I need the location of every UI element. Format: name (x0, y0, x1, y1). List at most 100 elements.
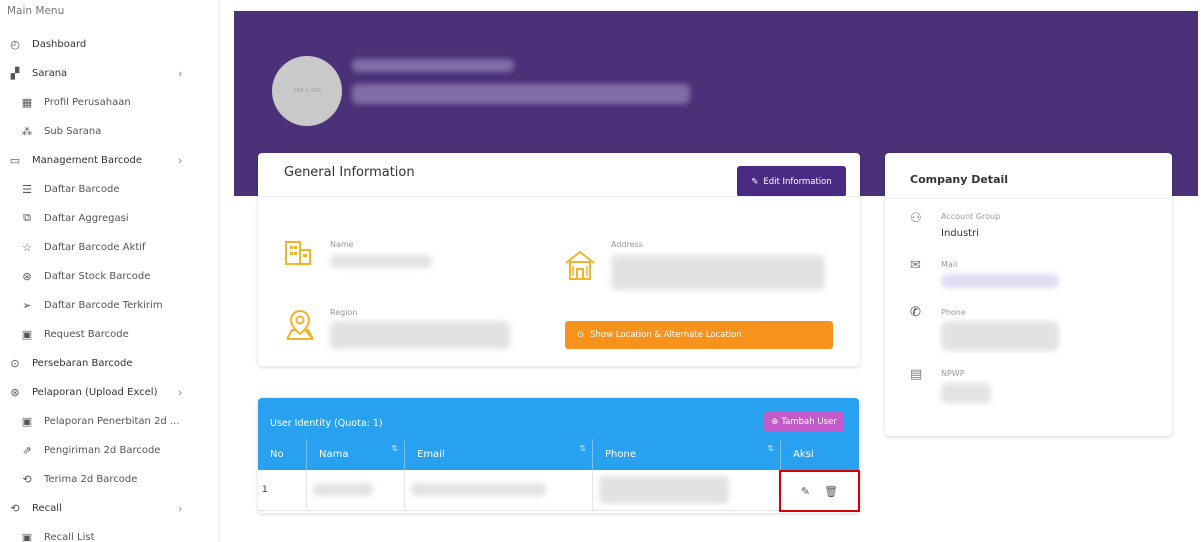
sidebar-item-label: Daftar Aggregasi (44, 212, 129, 224)
sidebar-item-label: Daftar Barcode Terkirim (44, 299, 163, 311)
edit-pencil-icon[interactable]: ✎ (801, 485, 810, 498)
table-cell-email (404, 470, 592, 511)
monitor-icon: ▣ (21, 414, 33, 428)
sidebar-item-management-barcode[interactable]: ▭ Management Barcode › (0, 149, 200, 171)
column-header-no[interactable]: No (258, 439, 306, 470)
location-pin-icon: ⊙ (577, 330, 585, 340)
recall-icon: ⟲ (10, 501, 20, 515)
box-icon: ⊛ (22, 269, 32, 283)
npwp-label: NPWP (941, 369, 965, 378)
sidebar-item-dashboard[interactable]: ◴ Dashboard (0, 33, 200, 55)
sidebar-item-label: Daftar Barcode (44, 183, 120, 195)
main-menu-title: Main Menu (7, 5, 65, 17)
company-avatar: 150 x 150 (272, 56, 342, 126)
send-icon: ➢ (22, 298, 32, 312)
email-value-blurred (411, 483, 546, 496)
column-label: Aksi (793, 449, 814, 460)
column-label: No (270, 449, 284, 460)
house-icon (565, 250, 595, 280)
map-pin-icon (286, 309, 314, 340)
table-cell-no: 1 (258, 470, 306, 511)
name-value-blurred (330, 255, 432, 268)
sidebar-item-daftar-barcode[interactable]: ☰ Daftar Barcode (0, 178, 200, 200)
mail-label: Mail (941, 260, 958, 269)
sidebar-item-profil-perusahaan[interactable]: ▦ Profil Perusahaan (0, 91, 200, 113)
general-information-card: General Information ✎ Edit Information N… (258, 153, 860, 366)
stack-icon: ⧉ (23, 211, 31, 224)
company-subtitle-blurred (352, 84, 690, 104)
address-value-blurred (611, 255, 825, 290)
table-cell-phone (592, 470, 780, 511)
sidebar-item-label: Management Barcode (32, 154, 143, 166)
show-location-button[interactable]: ⊙ Show Location & Alternate Location (565, 321, 833, 349)
card-divider (885, 198, 1172, 199)
nama-value-blurred (313, 483, 373, 496)
sidebar-item-pelaporan-upload-excel[interactable]: ⊛ Pelaporan (Upload Excel) › (0, 381, 200, 403)
sidebar: Main Menu ◴ Dashboard ▞ Sarana › ▦ Profil Peru… (0, 0, 220, 542)
edit-information-button[interactable]: ✎ Edit Information (737, 166, 846, 197)
column-header-phone[interactable]: Phone ⇅ (592, 439, 780, 470)
sidebar-item-label: Pengiriman 2d Barcode (44, 444, 161, 456)
sidebar-item-recall[interactable]: ⟲ Recall › (0, 497, 200, 519)
sidebar-item-daftar-aggregasi[interactable]: ⧉ Daftar Aggregasi (0, 207, 200, 229)
receive-icon: ⟲ (22, 472, 32, 486)
sidebar-item-label: Pelaporan Penerbitan 2d ... (44, 415, 180, 427)
sidebar-item-label: Request Barcode (44, 328, 129, 340)
sidebar-item-daftar-barcode-aktif[interactable]: ☆ Daftar Barcode Aktif (0, 236, 200, 258)
aksi-actions-highlight: ✎ 🗑 (779, 470, 860, 512)
phone-value-blurred (941, 321, 1059, 351)
building-icon: ▦ (21, 95, 33, 109)
sidebar-item-label: Profil Perusahaan (44, 96, 131, 108)
column-label: Phone (605, 449, 636, 460)
sidebar-item-label: Recall (32, 502, 62, 514)
edit-information-label: Edit Information (763, 176, 832, 187)
sidebar-item-persebaran-barcode[interactable]: ⊙ Persebaran Barcode (0, 352, 200, 374)
shipping-icon: ⇗ (22, 443, 32, 457)
column-label: Email (417, 449, 445, 460)
sort-icon: ⇅ (579, 444, 586, 453)
company-detail-title: Company Detail (910, 173, 1009, 186)
card-divider (258, 196, 860, 197)
sort-icon: ⇅ (767, 444, 774, 453)
sidebar-item-daftar-barcode-terkirim[interactable]: ➢ Daftar Barcode Terkirim (0, 294, 200, 316)
location-icon: ⊙ (10, 356, 20, 370)
sidebar-item-daftar-stock-barcode[interactable]: ⊛ Daftar Stock Barcode (0, 265, 200, 287)
sidebar-item-sub-sarana[interactable]: ⁂ Sub Sarana (0, 120, 200, 142)
phone-icon: ✆ (910, 305, 921, 320)
mail-value-blurred (941, 274, 1059, 288)
chevron-right-icon: › (178, 501, 183, 515)
sidebar-item-recall-list[interactable]: ▣ Recall List (0, 526, 200, 542)
account-group-value: Industri (941, 228, 979, 239)
sidebar-item-sarana[interactable]: ▞ Sarana › (0, 62, 200, 84)
sidebar-item-terima-2d-barcode[interactable]: ⟲ Terima 2d Barcode (0, 468, 200, 490)
monitor-icon: ▣ (21, 530, 33, 542)
dashboard-icon: ◴ (10, 37, 20, 51)
sidebar-item-label: Daftar Stock Barcode (44, 270, 151, 282)
chevron-right-icon: › (178, 385, 183, 399)
sidebar-item-pelaporan-penerbitan-2d[interactable]: ▣ Pelaporan Penerbitan 2d ... (0, 410, 200, 432)
general-information-title: General Information (284, 165, 415, 180)
phone-label: Phone (941, 308, 966, 317)
account-group-label: Account Group (941, 212, 1001, 221)
region-label: Region (330, 308, 358, 317)
tambah-user-button[interactable]: ⊕ Tambah User (764, 412, 844, 432)
avatar-placeholder-text: 150 x 150 (293, 88, 321, 94)
column-label: Nama (319, 449, 349, 460)
sidebar-item-pengiriman-2d-barcode[interactable]: ⇗ Pengiriman 2d Barcode (0, 439, 200, 461)
network-icon: ⁂ (21, 124, 33, 138)
sidebar-item-request-barcode[interactable]: ▣ Request Barcode (0, 323, 200, 345)
trash-icon[interactable]: 🗑 (824, 485, 838, 498)
chevron-right-icon: › (178, 66, 183, 80)
user-table-header: User Identity (Quota: 1) ⊕ Tambah User N… (258, 398, 859, 470)
column-header-email[interactable]: Email ⇅ (404, 439, 592, 470)
report-icon: ⊛ (10, 385, 20, 399)
sort-icon: ⇅ (391, 444, 398, 453)
table-cell-nama (306, 470, 404, 511)
plus-circle-icon: ⊕ (771, 417, 779, 427)
sarana-icon: ▞ (10, 66, 20, 80)
calendar-icon: ▭ (9, 153, 21, 167)
building-icon (285, 241, 311, 265)
column-header-nama[interactable]: Nama ⇅ (306, 439, 404, 470)
show-location-label: Show Location & Alternate Location (590, 330, 742, 340)
sidebar-item-label: Terima 2d Barcode (44, 473, 138, 485)
